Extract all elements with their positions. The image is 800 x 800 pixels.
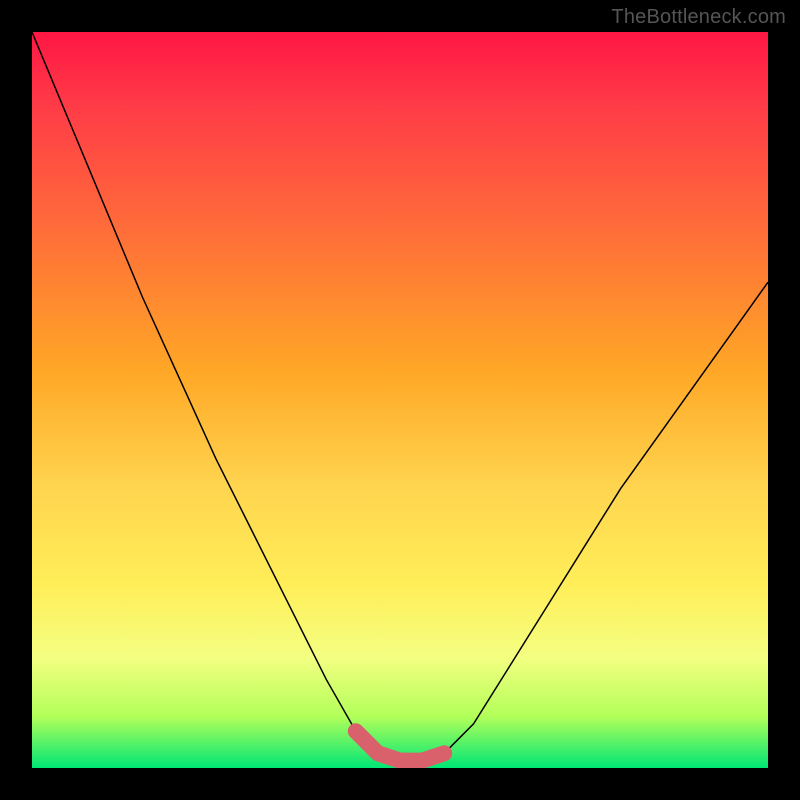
- optimal-range-highlight: [32, 32, 768, 768]
- watermark: TheBottleneck.com: [611, 6, 786, 29]
- plot-area: [32, 32, 768, 768]
